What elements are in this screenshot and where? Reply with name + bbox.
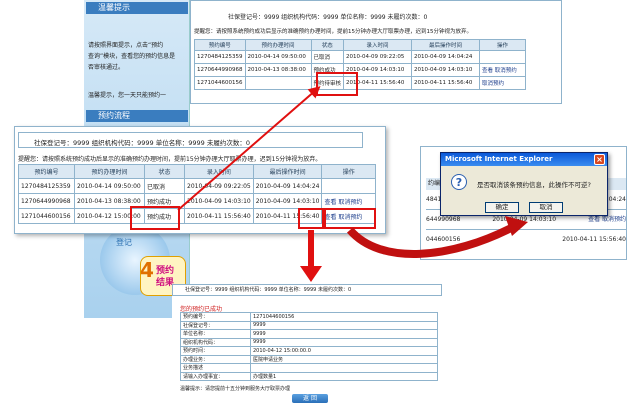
arrow-view-detail-head — [300, 266, 322, 282]
arrow-cancel-dialog — [346, 222, 517, 258]
arrows-layer — [177, 86, 528, 282]
arrow-status-change — [177, 86, 321, 211]
